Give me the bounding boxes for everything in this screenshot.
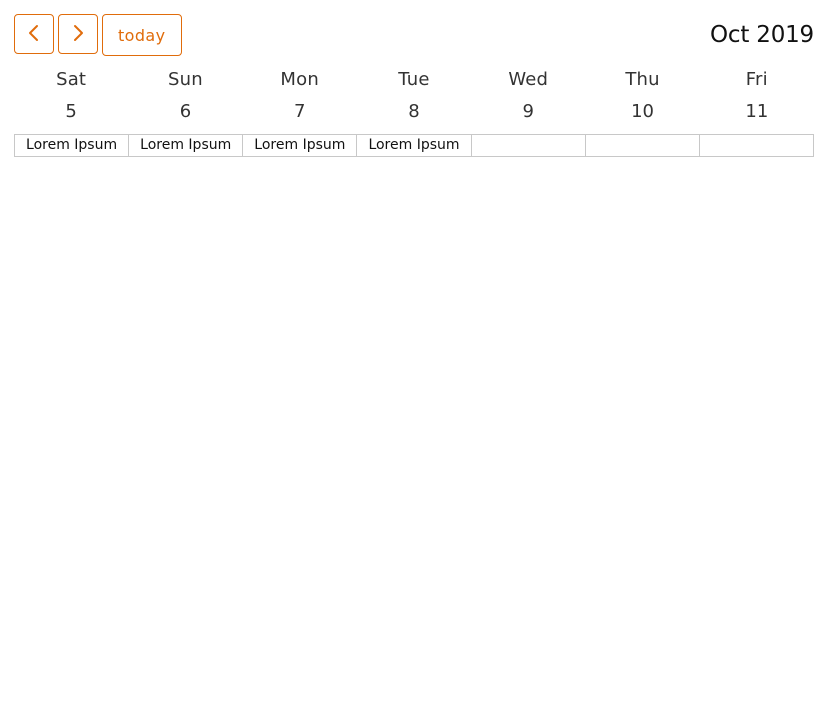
day-header-thu: Thu 10 <box>585 66 699 130</box>
day-name: Mon <box>280 69 319 90</box>
event-cell[interactable]: Lorem Ipsum <box>15 135 130 156</box>
day-number[interactable]: 7 <box>243 94 357 130</box>
event-cell[interactable]: Lorem Ipsum <box>243 135 358 156</box>
day-name: Sun <box>168 69 203 90</box>
day-number[interactable]: 6 <box>128 94 242 130</box>
day-header-fri: Fri 11 <box>700 66 814 130</box>
month-title: Oct 2019 <box>709 22 814 48</box>
day-header-mon: Mon 7 <box>243 66 357 130</box>
event-cell[interactable] <box>586 135 700 156</box>
day-number[interactable]: 5 <box>14 94 128 130</box>
next-button[interactable] <box>58 14 98 54</box>
day-header-wed: Wed 9 <box>471 66 585 130</box>
event-cell[interactable]: Lorem Ipsum <box>129 135 244 156</box>
day-number[interactable]: 11 <box>700 94 814 130</box>
event-cell[interactable] <box>700 135 813 156</box>
day-header-row: Sat 5 Sun 6 Mon 7 Tue 8 Wed 9 Thu 10 Fri… <box>14 66 814 130</box>
event-cell[interactable] <box>472 135 586 156</box>
chevron-right-icon <box>68 23 88 46</box>
day-name: Thu <box>625 69 660 90</box>
day-number[interactable]: 8 <box>357 94 471 130</box>
day-name: Fri <box>745 69 768 90</box>
day-number[interactable]: 10 <box>585 94 699 130</box>
day-number[interactable]: 9 <box>471 94 585 130</box>
week-view: Sat 5 Sun 6 Mon 7 Tue 8 Wed 9 Thu 10 Fri… <box>14 66 814 157</box>
event-cell[interactable]: Lorem Ipsum <box>357 135 472 156</box>
calendar-toolbar: today <box>14 14 182 56</box>
events-row: Lorem Ipsum Lorem Ipsum Lorem Ipsum Lore… <box>14 134 814 157</box>
today-button[interactable]: today <box>102 14 182 56</box>
chevron-left-icon <box>24 23 44 46</box>
day-name: Tue <box>398 69 430 90</box>
day-name: Wed <box>508 69 549 90</box>
day-header-sun: Sun 6 <box>128 66 242 130</box>
day-header-sat: Sat 5 <box>14 66 128 130</box>
prev-button[interactable] <box>14 14 54 54</box>
day-name: Sat <box>56 69 87 90</box>
day-header-tue: Tue 8 <box>357 66 471 130</box>
